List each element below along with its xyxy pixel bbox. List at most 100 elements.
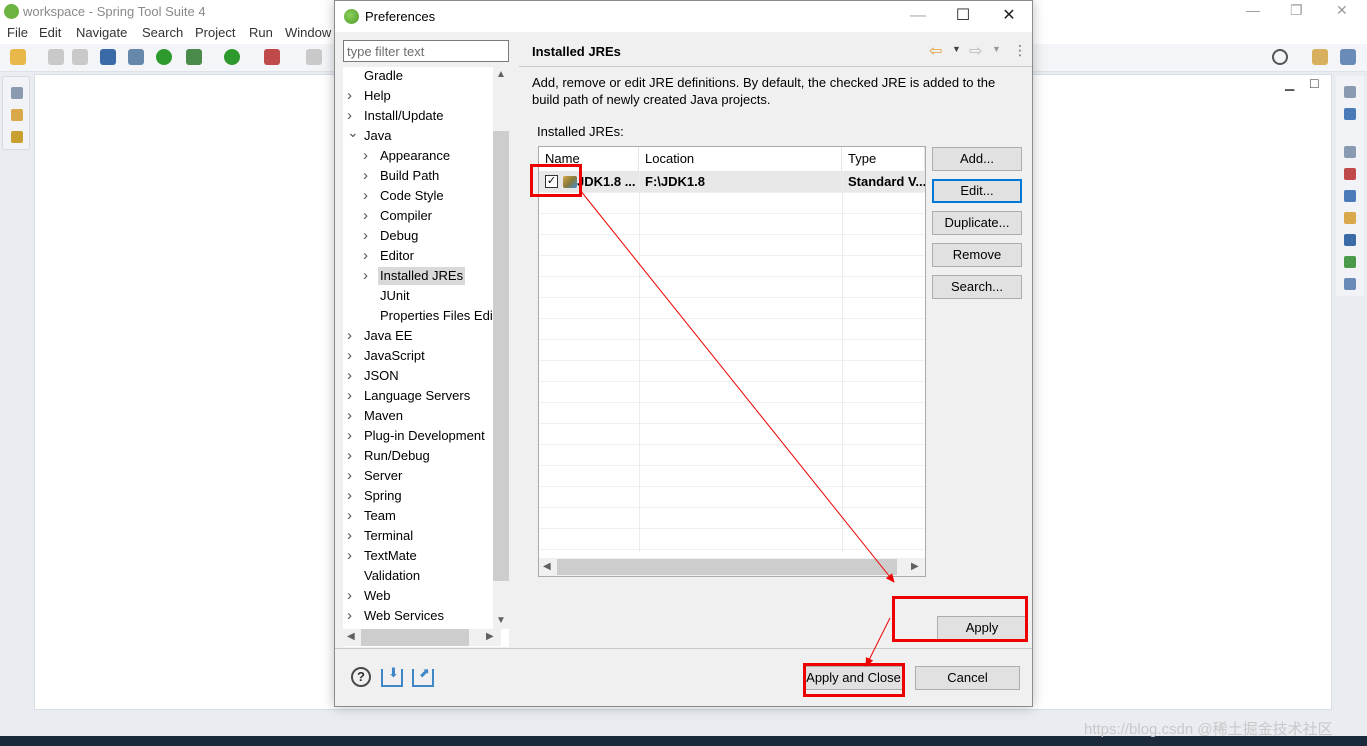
scroll-left-icon[interactable]: ◀	[543, 561, 551, 572]
restore-view-icon[interactable]	[11, 87, 23, 99]
tree-item[interactable]: › Plug-in Development	[343, 427, 493, 447]
tree-item[interactable]: › Appearance	[343, 147, 493, 167]
table-row[interactable]: ✓ JDK1.8 ... F:\JDK1.8 Standard V...	[539, 172, 925, 193]
scroll-right-icon[interactable]: ▶	[486, 631, 494, 642]
menu-navigate[interactable]: Navigate	[76, 25, 127, 40]
javadoc-icon[interactable]	[1344, 190, 1356, 202]
tree-item[interactable]: › Run/Debug	[343, 447, 493, 467]
remove-button[interactable]: Remove	[932, 243, 1022, 267]
back-menu-chevron-down-icon[interactable]: ▼	[952, 44, 961, 54]
forward-menu-chevron-down-icon[interactable]: ▼	[992, 44, 1001, 54]
forward-arrow-icon[interactable]: ⇨	[969, 41, 982, 61]
minimize-editor-icon[interactable]: ▁	[1285, 77, 1294, 91]
tree-item[interactable]: › Debug	[343, 227, 493, 247]
tree-item[interactable]: › Build Path	[343, 167, 493, 187]
tree-item[interactable]: ⌄ Java	[343, 124, 493, 147]
search-button[interactable]: Search...	[932, 275, 1022, 299]
tree-item[interactable]: Gradle	[343, 67, 493, 87]
add-button[interactable]: Add...	[932, 147, 1022, 171]
tree-item[interactable]: › Terminal	[343, 527, 493, 547]
scrollbar-thumb[interactable]	[361, 629, 469, 646]
export-icon[interactable]: ⬈	[412, 665, 434, 687]
chevron-right-icon[interactable]: ›	[347, 407, 357, 425]
view-menu-icon[interactable]: ⋮	[1013, 42, 1027, 59]
outline-icon[interactable]	[1344, 108, 1356, 120]
cancel-button[interactable]: Cancel	[915, 666, 1020, 690]
tree-item[interactable]: › Editor	[343, 247, 493, 267]
tree-item[interactable]: › Help	[343, 87, 493, 107]
restore-view-icon[interactable]	[1344, 146, 1356, 158]
chevron-right-icon[interactable]: ›	[347, 607, 357, 625]
skip-breakpoints-icon[interactable]	[128, 49, 144, 65]
chevron-right-icon[interactable]: ›	[347, 527, 357, 545]
tree-item[interactable]: › Installed JREs	[343, 267, 493, 287]
scroll-right-icon[interactable]: ▶	[911, 561, 919, 572]
open-perspective-icon[interactable]	[1312, 49, 1328, 65]
tree-item[interactable]: › Spring	[343, 487, 493, 507]
maximize-icon[interactable]: ☐	[940, 5, 986, 27]
menu-project[interactable]: Project	[195, 25, 235, 40]
chevron-right-icon[interactable]: ›	[347, 427, 357, 445]
chevron-right-icon[interactable]: ›	[363, 187, 373, 205]
tree-item[interactable]: › Web Services	[343, 607, 493, 627]
chevron-right-icon[interactable]: ›	[363, 167, 373, 185]
menu-edit[interactable]: Edit	[39, 25, 61, 40]
chevron-right-icon[interactable]: ›	[363, 247, 373, 265]
minimize-icon[interactable]: —	[895, 5, 941, 27]
import-icon[interactable]: ⬇	[381, 665, 403, 687]
tree-item[interactable]: › Team	[343, 507, 493, 527]
tree-item[interactable]: › Server	[343, 467, 493, 487]
column-header-location[interactable]: Location	[639, 147, 842, 172]
chevron-right-icon[interactable]: ›	[347, 467, 357, 485]
tree-item[interactable]: › Compiler	[343, 207, 493, 227]
chevron-down-icon[interactable]: ⌄	[347, 123, 359, 141]
tree-item[interactable]: › Web	[343, 587, 493, 607]
back-arrow-icon[interactable]: ⇦	[929, 41, 942, 61]
restore-view-icon[interactable]	[1344, 86, 1356, 98]
tree-item[interactable]: › JSON	[343, 367, 493, 387]
tree-item[interactable]: › JavaScript	[343, 347, 493, 367]
tree-item[interactable]: › Maven	[343, 407, 493, 427]
debug-icon[interactable]	[186, 49, 202, 65]
chevron-right-icon[interactable]: ›	[347, 387, 357, 405]
chevron-right-icon[interactable]: ›	[347, 367, 357, 385]
filter-input[interactable]	[343, 40, 509, 62]
menu-run[interactable]: Run	[249, 25, 273, 40]
tree-item[interactable]: Properties Files Edi	[343, 307, 493, 327]
tree-item[interactable]: › Install/Update	[343, 107, 493, 127]
tree-item[interactable]: › Language Servers	[343, 387, 493, 407]
menu-search[interactable]: Search	[142, 25, 183, 40]
console-icon[interactable]	[1344, 234, 1356, 246]
chevron-right-icon[interactable]: ›	[347, 327, 357, 345]
chevron-right-icon[interactable]: ›	[363, 147, 373, 165]
tree-item[interactable]: › Java EE	[343, 327, 493, 347]
chevron-right-icon[interactable]: ›	[347, 447, 357, 465]
ide-restore-icon[interactable]: ❐	[1290, 2, 1303, 19]
tree-item[interactable]: Validation	[343, 567, 493, 587]
chevron-right-icon[interactable]: ›	[347, 547, 357, 565]
scroll-up-icon[interactable]: ▲	[496, 69, 506, 80]
progress-icon[interactable]	[1344, 278, 1356, 290]
ide-close-icon[interactable]: ✕	[1336, 2, 1348, 19]
duplicate-button[interactable]: Duplicate...	[932, 211, 1022, 235]
close-icon[interactable]: ✕	[986, 5, 1032, 27]
chevron-right-icon[interactable]: ›	[363, 207, 373, 225]
new-icon[interactable]	[10, 49, 26, 65]
column-header-type[interactable]: Type	[842, 147, 925, 172]
maximize-editor-icon[interactable]: ☐	[1309, 77, 1320, 91]
run-icon[interactable]	[224, 49, 240, 65]
tree-vertical-scrollbar[interactable]: ▲ ▼	[493, 67, 509, 629]
project-explorer-icon[interactable]	[11, 131, 23, 143]
scroll-down-icon[interactable]: ▼	[496, 615, 506, 626]
external-tools-icon[interactable]	[264, 49, 280, 65]
tree-item[interactable]: › Code Style	[343, 187, 493, 207]
menu-file[interactable]: File	[7, 25, 28, 40]
edit-button[interactable]: Edit...	[932, 179, 1022, 203]
chevron-right-icon[interactable]: ›	[347, 507, 357, 525]
spring-boot-dashboard-icon[interactable]	[156, 49, 172, 65]
save-icon[interactable]	[48, 49, 64, 65]
scrollbar-thumb[interactable]	[493, 131, 509, 581]
scroll-left-icon[interactable]: ◀	[347, 631, 355, 642]
search-icon[interactable]	[1272, 49, 1288, 65]
table-horizontal-scrollbar[interactable]: ◀ ▶	[539, 558, 925, 576]
